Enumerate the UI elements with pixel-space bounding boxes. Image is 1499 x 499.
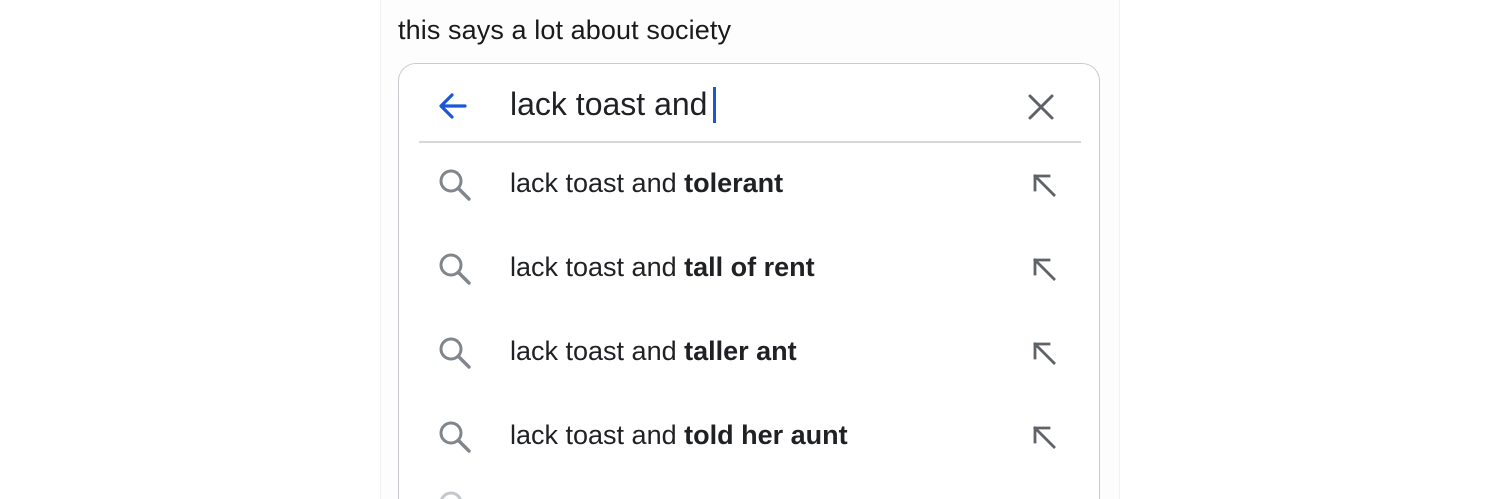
search-bar: lack toast and: [399, 64, 1099, 142]
suggestion-completion: tall of rent: [684, 252, 815, 282]
suggestion-prefix: lack toast and: [510, 336, 685, 366]
suggestion-list: lack toast and tolerant lack toast and t…: [399, 142, 1099, 478]
search-icon: [440, 491, 462, 499]
search-icon: [439, 253, 471, 285]
suggestion-prefix: lack toast and: [510, 168, 685, 198]
suggestion-prefix: lack toast and: [510, 420, 685, 450]
suggestion-completion: told her aunt: [684, 420, 848, 450]
search-icon: [439, 169, 471, 201]
arrow-up-left-icon[interactable]: [1029, 170, 1059, 200]
suggestion-text: lack toast and tall of rent: [510, 252, 815, 283]
suggestion-item[interactable]: lack toast and tall of rent: [399, 226, 1099, 310]
suggestion-item[interactable]: lack toast and taller ant: [399, 310, 1099, 394]
search-query-text: lack toast and: [510, 86, 708, 122]
suggestion-text: lack toast and taller ant: [510, 336, 797, 367]
screenshot-stage: this says a lot about society lack toast…: [0, 0, 1499, 499]
search-icon: [439, 421, 471, 453]
arrow-left-icon[interactable]: [435, 88, 471, 124]
search-icon: [439, 337, 471, 369]
suggestion-text: lack toast and tolerant: [510, 168, 783, 199]
arrow-up-left-icon[interactable]: [1029, 254, 1059, 284]
suggestion-item[interactable]: lack toast and tolerant: [399, 142, 1099, 226]
suggestion-prefix: lack toast and: [510, 252, 685, 282]
search-box: lack toast and lack toast and tolerant l…: [398, 63, 1100, 499]
suggestion-completion: tolerant: [684, 168, 784, 198]
search-input[interactable]: lack toast and: [510, 86, 717, 123]
text-cursor: [713, 86, 717, 123]
post-caption: this says a lot about society: [398, 15, 732, 45]
arrow-up-left-icon[interactable]: [1029, 338, 1059, 368]
suggestion-item[interactable]: lack toast and told her aunt: [399, 394, 1099, 478]
arrow-up-left-icon[interactable]: [1029, 422, 1059, 452]
suggestion-text: lack toast and told her aunt: [510, 420, 848, 451]
close-icon[interactable]: [1025, 91, 1057, 123]
suggestion-completion: taller ant: [684, 336, 797, 366]
